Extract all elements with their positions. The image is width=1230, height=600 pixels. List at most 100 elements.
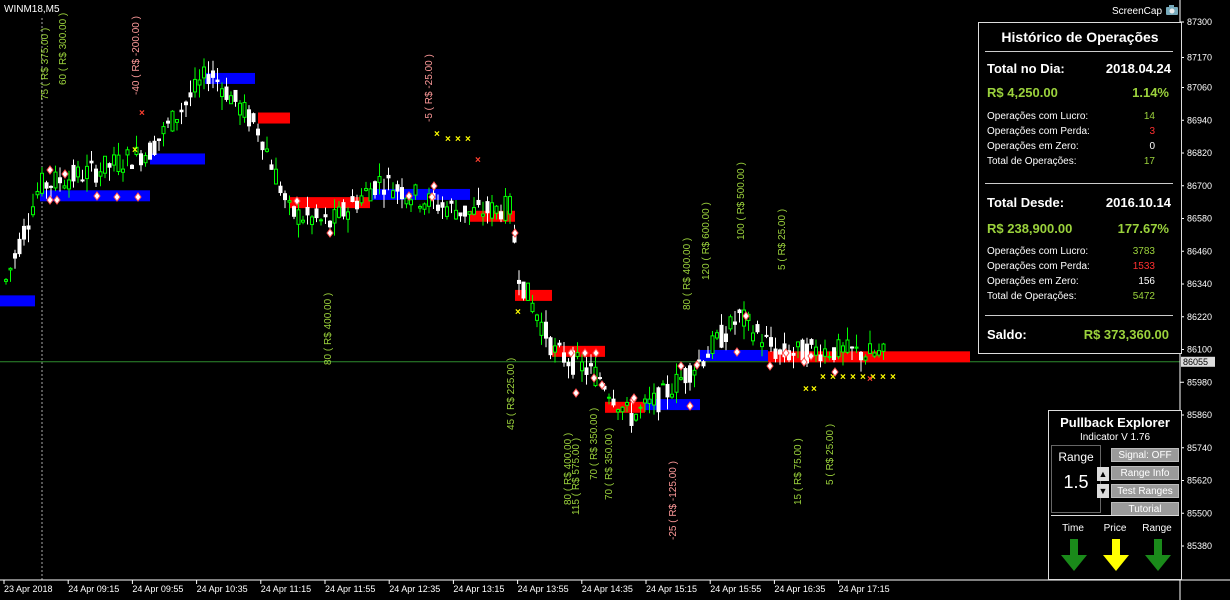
time-tick-label: 24 Apr 17:15 [839,584,890,594]
candle-body [580,361,584,372]
time-tick-label: 24 Apr 12:35 [389,584,440,594]
price-tick-label: 85500 [1187,508,1212,518]
time-tick-label: 24 Apr 13:55 [518,584,569,594]
range-down-arrow-icon [1145,539,1171,571]
trade-result-annotation: 5 ( R$ 25.00 ) [777,209,788,270]
stat-value: 14 [1143,111,1155,122]
candle-body [382,189,386,195]
candle-body [611,398,616,406]
candle-body [242,102,247,118]
since-total-date: 2016.10.14 [1105,195,1171,210]
candle-body [233,89,238,102]
candle-body [130,164,134,170]
candle-body [863,356,868,361]
time-tick-label: 24 Apr 16:35 [774,584,825,594]
tutorial-button[interactable]: Tutorial [1111,502,1179,516]
trade-result-annotation: 120 ( R$ 600.00 ) [701,202,712,280]
time-tick-label: 23 Apr 2018 [4,584,53,594]
signal-toggle-button[interactable]: Signal: OFF [1111,448,1179,462]
price-tick-label: 85980 [1187,377,1212,387]
candle-body [62,185,67,189]
candle-body [656,387,661,413]
trade-result-annotation: 5 ( R$ 25.00 ) [825,424,836,485]
candle-body [499,211,503,220]
candle-body [404,197,409,205]
range-value: 1.5 [1063,472,1089,492]
candle-body [719,324,724,348]
stat-value: 3 [1149,126,1155,137]
candle-body [697,359,701,362]
stat-value: 0 [1149,141,1155,152]
candle-body [346,211,350,220]
candle-body [256,128,260,136]
balance-value: R$ 373,360.00 [1083,327,1169,342]
candle-body [170,110,175,132]
signal-diamond-icon [677,361,685,371]
trade-result-annotation: 80 ( R$ 400.00 ) [682,238,693,310]
candle-body [58,177,62,184]
candle-body [688,365,692,383]
price-tick-label: 86820 [1187,148,1212,158]
candle-body [215,79,220,83]
stat-value: 5472 [1132,291,1155,302]
trade-result-annotation: -40 ( R$ -200.00 ) [131,16,142,95]
candle-body [17,238,22,255]
x-marker-icon: × [455,134,461,145]
screencap-watermark: ScreenCap [1112,6,1163,17]
candle-body [166,120,170,124]
price-down-arrow-icon [1103,539,1129,571]
candle-body [553,345,557,353]
candle-body [224,86,229,100]
price-tick-label: 85620 [1187,476,1212,486]
stat-value: 3783 [1132,246,1155,257]
candle-body [386,174,391,179]
candle-body [458,212,463,217]
x-marker-icon: × [445,134,451,145]
range-info-button[interactable]: Range Info [1111,466,1179,480]
candle-body [728,316,733,330]
candle-body [467,211,472,215]
candle-body [314,208,319,219]
stat-label: Operações com Perda: [987,126,1090,137]
candle-body [22,225,26,240]
candle-body [814,346,818,356]
candle-body [377,176,382,183]
price-tick-label: 86700 [1187,181,1212,191]
time-down-arrow-icon [1061,539,1087,571]
candle-body [395,184,400,192]
range-indicator-label: Range [1142,523,1172,534]
candle-body [436,204,440,211]
candle-body [278,185,283,194]
price-tick-label: 85380 [1187,541,1212,551]
candle-body [112,154,116,166]
x-marker-icon: × [820,372,826,383]
pullback-explorer-panel: Pullback Explorer Indicator V 1.76 Range… [1048,410,1182,580]
x-marker-icon: × [434,129,440,140]
since-total-label: Total Desde: [987,195,1065,210]
candle-body [526,282,530,301]
candle-body [818,354,823,362]
candle-body [508,196,512,215]
candle-body [868,343,872,354]
candle-body [575,352,580,357]
candle-body [391,190,395,199]
x-marker-icon: × [811,384,817,395]
day-total-amount: R$ 4,250.00 [987,85,1058,100]
candle-body [625,401,629,406]
candle-body [301,219,305,223]
candle-body [292,206,296,217]
divider [985,51,1173,52]
candle-body [49,185,53,188]
range-down-icon[interactable]: ▼ [1097,484,1109,498]
candle-body [67,179,71,190]
candle-body [319,219,323,222]
candle-body [476,199,481,206]
test-ranges-button[interactable]: Test Ranges [1111,484,1179,498]
candle-body [710,335,715,354]
range-up-icon[interactable]: ▲ [1097,467,1109,481]
candle-body [8,267,13,271]
trade-result-annotation: 70 ( R$ 350.00 ) [604,428,615,500]
candle-body [679,377,683,380]
x-marker-icon: × [890,372,896,383]
candle-body [800,339,805,361]
